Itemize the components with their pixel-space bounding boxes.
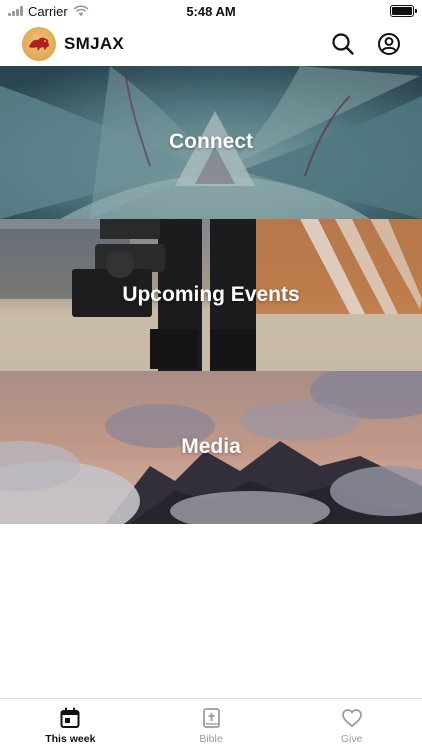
battery-icon: [390, 5, 417, 17]
card-connect[interactable]: Connect: [0, 66, 422, 219]
lion-crest-icon[interactable]: [22, 27, 56, 61]
card-label-connect: Connect: [169, 130, 253, 154]
tab-give[interactable]: Give: [281, 699, 422, 750]
tab-this-week[interactable]: This week: [0, 699, 141, 750]
app-title: SMJAX: [64, 34, 125, 53]
tab-label-this-week: This week: [45, 733, 96, 745]
header-actions: [330, 31, 402, 57]
calendar-icon: [60, 707, 80, 728]
tab-bar: This week Bible Give: [0, 698, 422, 750]
heart-icon: [341, 709, 362, 727]
card-label-upcoming-events: Upcoming Events: [122, 282, 300, 306]
account-icon[interactable]: [376, 31, 402, 57]
carrier-label: Carrier: [28, 3, 68, 19]
status-left: Carrier: [8, 4, 89, 19]
tab-label-bible: Bible: [199, 733, 223, 745]
bible-icon: [203, 708, 220, 728]
card-upcoming-events[interactable]: Upcoming Events: [0, 218, 422, 371]
signal-icon: [8, 6, 23, 16]
status-bar: Carrier 5:48 AM: [0, 0, 422, 22]
wifi-icon: [73, 5, 89, 17]
cards-list: Connect Upcoming Events Media: [0, 66, 422, 524]
card-label-media: Media: [181, 435, 241, 459]
tab-bible[interactable]: Bible: [141, 699, 282, 750]
card-media[interactable]: Media: [0, 371, 422, 524]
app-header: SMJAX: [0, 22, 422, 66]
tab-label-give: Give: [340, 733, 363, 745]
search-icon[interactable]: [330, 31, 356, 57]
